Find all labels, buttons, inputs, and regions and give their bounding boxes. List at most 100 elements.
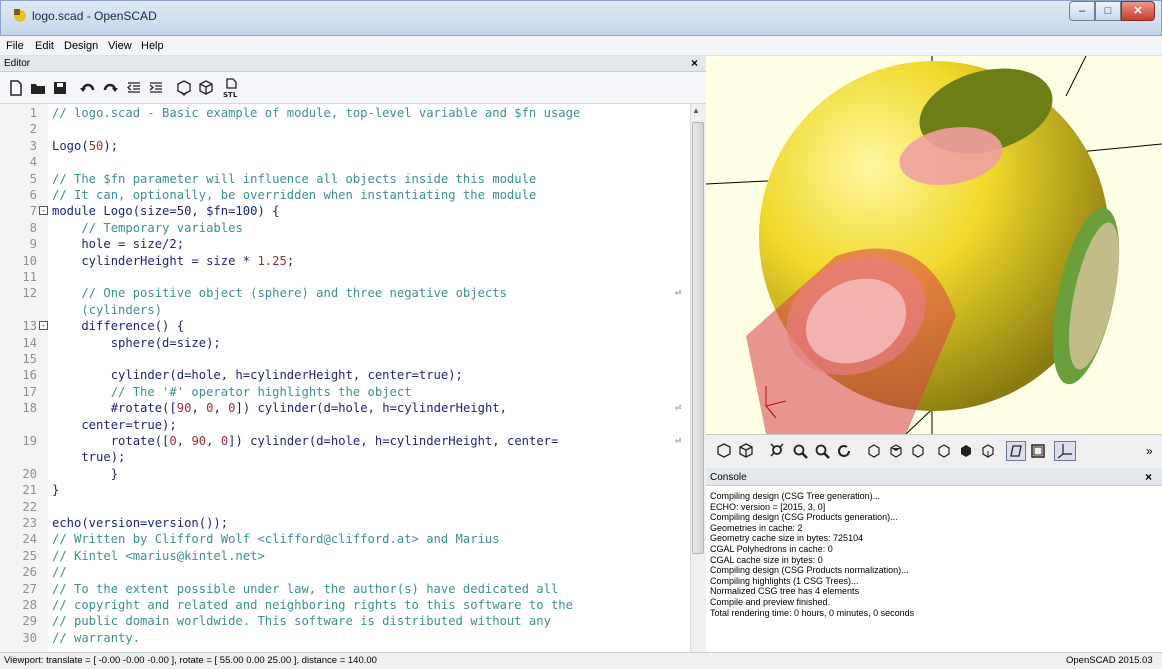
view-all-icon[interactable] <box>770 443 786 459</box>
close-window-button[interactable]: ✕ <box>1121 1 1155 21</box>
render-icon[interactable] <box>198 80 214 96</box>
editor-close-button[interactable]: × <box>691 56 698 70</box>
console-line: Total rendering time: 0 hours, 0 minutes… <box>710 607 915 618</box>
line-number: 2 <box>29 122 37 137</box>
code-text: // Kintel <marius@kintel.net> <box>52 548 265 564</box>
menu-edit[interactable]: Edit <box>35 40 54 52</box>
scroll-up-arrow-icon[interactable]: ▲ <box>692 106 700 115</box>
code-token: ]) cylinder(d=hole, h=cylinderHeight, <box>235 401 508 416</box>
new-file-icon[interactable] <box>8 80 24 96</box>
viewport-status: Viewport: translate = [ -0.00 -0.00 -0.0… <box>4 655 377 666</box>
unindent-icon[interactable] <box>126 80 142 96</box>
3d-viewport[interactable] <box>706 56 1162 434</box>
preview-icon[interactable] <box>176 80 192 96</box>
code-line: (cylinders) <box>0 302 690 318</box>
code-text: // warranty. <box>52 630 140 646</box>
code-line: 18 #rotate([90, 0, 0]) cylinder(d=hole, … <box>0 400 690 416</box>
code-line: true); <box>0 449 690 465</box>
code-text: #rotate([90, 0, 0]) cylinder(d=hole, h=c… <box>52 400 507 416</box>
line-number: 18 <box>22 401 37 416</box>
code-comment: // It can, optionally, be overridden whe… <box>52 188 537 202</box>
export-stl-icon[interactable]: STL <box>222 78 240 98</box>
code-token: } <box>52 466 119 481</box>
perspective-icon[interactable] <box>1006 441 1026 461</box>
console-close-button[interactable]: × <box>1145 470 1152 484</box>
view-top-icon[interactable] <box>888 443 904 459</box>
line-number: 15 <box>22 352 37 366</box>
code-line: 14 sphere(d=size); <box>0 335 690 351</box>
code-line: 8 // Temporary variables <box>0 220 690 236</box>
view-left-icon[interactable] <box>936 443 952 459</box>
indent-icon[interactable] <box>148 80 164 96</box>
line-number: 29 <box>22 614 37 629</box>
code-number: 0 <box>228 401 236 416</box>
render-icon[interactable] <box>738 443 754 459</box>
code-comment: // The $fn parameter will influence all … <box>52 171 537 186</box>
redo-icon[interactable] <box>102 80 118 96</box>
console-line: Compiling design (CSG Products generatio… <box>710 512 898 523</box>
code-comment: // copyright and related and neighboring… <box>52 598 573 612</box>
undo-icon[interactable] <box>80 80 96 96</box>
code-comment: // Kintel <marius@kintel.net> <box>52 548 265 563</box>
preview-icon[interactable] <box>716 443 732 459</box>
code-line: 13- difference() { <box>0 318 690 334</box>
reset-view-icon[interactable] <box>836 443 852 459</box>
view-right-icon[interactable] <box>866 443 882 459</box>
zoom-in-icon[interactable] <box>792 443 808 459</box>
line-number: 25 <box>22 548 37 563</box>
view-bottom-icon[interactable] <box>910 443 926 459</box>
editor-scrollbar-thumb[interactable] <box>692 122 704 554</box>
minimize-button[interactable]: – <box>1069 1 1095 21</box>
console-line: ECHO: version = [2015, 3, 0] <box>710 501 826 512</box>
code-comment: // Written by Clifford Wolf <clifford@cl… <box>52 532 500 547</box>
line-number: 12 <box>22 286 37 301</box>
menu-file[interactable]: File <box>6 40 24 52</box>
code-text: // copyright and related and neighboring… <box>52 597 573 613</box>
menu-view[interactable]: View <box>108 40 132 52</box>
code-token: cylinderHeight = size * <box>52 253 258 268</box>
line-number: 24 <box>22 532 37 547</box>
code-text: sphere(d=size); <box>52 335 221 351</box>
code-token: hole = size/2; <box>52 237 185 252</box>
code-line: 30 // warranty. <box>0 630 690 646</box>
open-file-icon[interactable] <box>30 80 46 96</box>
more-icon[interactable]: » <box>1146 444 1153 458</box>
code-line: 26 // <box>0 564 690 580</box>
code-text: true); <box>52 449 125 465</box>
show-axes-icon[interactable] <box>1054 441 1076 461</box>
orthogonal-icon[interactable] <box>1030 443 1046 459</box>
code-text: Logo(50); <box>52 138 118 154</box>
console-line: CGAL Polyhedrons in cache: 0 <box>710 544 833 554</box>
code-editor[interactable]: 1 // logo.scad - Basic example of module,… <box>0 104 690 652</box>
window-title: logo.scad - OpenSCAD <box>32 9 157 23</box>
code-line: 23 echo(version=version()); <box>0 515 690 531</box>
view-back-icon[interactable] <box>980 443 996 459</box>
line-number: 17 <box>22 384 37 399</box>
save-file-icon[interactable] <box>52 80 68 96</box>
code-token: ]) cylinder(d=hole, h=cylinderHeight, ce… <box>228 434 559 448</box>
view-toolbar: » <box>706 434 1162 468</box>
code-text: cylinderHeight = size * 1.25; <box>52 253 294 269</box>
code-line: 6 // It can, optionally, be overridden wh… <box>0 187 690 203</box>
fold-toggle-icon[interactable]: - <box>39 321 48 331</box>
maximize-button[interactable]: □ <box>1095 1 1121 21</box>
console-line: Geometries in cache: 2 <box>710 522 803 533</box>
title-bar <box>0 0 1162 36</box>
code-token: module Logo(size=50, $fn=100) { <box>52 204 280 219</box>
console-title: Console <box>710 472 747 483</box>
menu-bar: File Edit Design View Help <box>0 36 1162 56</box>
code-token: , <box>191 401 207 416</box>
view-front-icon[interactable] <box>958 443 974 459</box>
menu-help[interactable]: Help <box>141 40 164 52</box>
line-number: 7 <box>29 204 37 219</box>
fold-toggle-icon[interactable]: - <box>39 206 48 216</box>
zoom-out-icon[interactable] <box>814 443 830 459</box>
code-comment: // public domain worldwide. This softwar… <box>52 614 551 629</box>
code-line: 21} <box>0 482 690 498</box>
openscad-app-icon <box>14 9 26 22</box>
menu-design[interactable]: Design <box>64 40 98 52</box>
console-line: Compiling highlights (1 CSG Trees)... <box>710 575 859 586</box>
code-line: 17 // The '#' operator highlights the ob… <box>0 384 690 400</box>
line-number: 22 <box>22 499 37 514</box>
code-number: 90 <box>176 401 192 416</box>
